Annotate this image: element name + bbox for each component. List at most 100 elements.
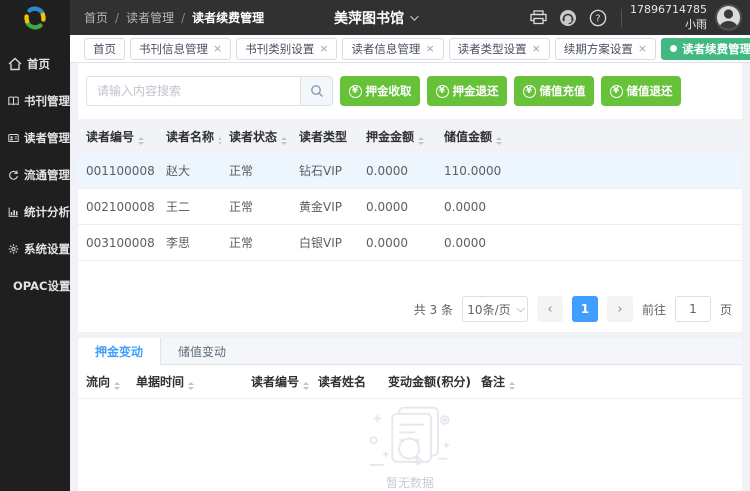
column-header-reader-status[interactable]: 读者状态 bbox=[221, 128, 291, 145]
topbar-divider bbox=[621, 9, 622, 27]
prev-page-button[interactable]: ‹ bbox=[537, 296, 563, 322]
active-dot-icon bbox=[670, 45, 677, 52]
current-page-button[interactable]: 1 bbox=[572, 296, 598, 322]
table-row[interactable]: 002100008 王二 正常 黄金VIP 0.0000 0.0000 bbox=[78, 189, 742, 225]
breadcrumb-home[interactable]: 首页 bbox=[84, 9, 108, 26]
cell-reader-id: 001100008 bbox=[78, 164, 158, 178]
toolbar: ¥押金收取 ¥ 押金退还 ¥储值充值 ¥储值退还 bbox=[78, 63, 742, 119]
sidebar-item-books[interactable]: 书刊管理 bbox=[0, 82, 70, 119]
sort-caret-icon[interactable] bbox=[418, 137, 424, 145]
tab-renewal-plan[interactable]: 续期方案设置 × bbox=[555, 38, 656, 60]
chevron-down-icon bbox=[410, 12, 418, 20]
tab-reader-info[interactable]: 读者信息管理× bbox=[342, 38, 443, 60]
svg-text:?: ? bbox=[595, 13, 600, 24]
breadcrumb-separator: / bbox=[115, 11, 119, 25]
yen-circle-icon: ¥ bbox=[436, 85, 449, 98]
table-row[interactable]: 001100008 赵大 正常 钻石VIP 0.0000 110.0000 bbox=[78, 153, 742, 189]
sidebar-item-label: 书刊管理 bbox=[24, 93, 70, 109]
yen-circle-icon: ¥ bbox=[610, 85, 623, 98]
yen-circle-icon: ¥ bbox=[523, 85, 536, 98]
next-page-button[interactable]: › bbox=[607, 296, 633, 322]
tab-stored-value-changes[interactable]: 储值变动 bbox=[161, 338, 243, 364]
cell-reader-id: 002100008 bbox=[78, 200, 158, 214]
column-header-deposit[interactable]: 押金金额 bbox=[358, 128, 436, 145]
search-input[interactable] bbox=[86, 76, 300, 106]
transactions-panel: 押金变动 储值变动 流向 单据时间 读者编号 读者姓名 变动金额(积分) 备注 bbox=[78, 338, 742, 491]
gear-icon bbox=[8, 242, 19, 256]
sidebar-item-circulation[interactable]: 流通管理 bbox=[0, 156, 70, 193]
transactions-table-header: 流向 单据时间 读者编号 读者姓名 变动金额(积分) 备注 bbox=[78, 365, 742, 399]
cell-reader-status: 正常 bbox=[221, 162, 291, 179]
help-button[interactable]: ? bbox=[583, 0, 613, 35]
sort-caret-icon[interactable] bbox=[496, 137, 502, 145]
empty-text: 暂无数据 bbox=[386, 474, 434, 491]
sidebar-item-label: OPAC设置 bbox=[13, 278, 71, 294]
goto-page-input[interactable] bbox=[675, 296, 711, 322]
sidebar-item-statistics[interactable]: 统计分析 bbox=[0, 193, 70, 230]
tab-label: 读者续费管理 bbox=[682, 41, 750, 57]
tab-home[interactable]: 首页 bbox=[84, 38, 125, 60]
circulation-icon bbox=[8, 168, 19, 182]
cell-reader-name: 李思 bbox=[158, 234, 221, 251]
deposit-collect-button[interactable]: ¥押金收取 bbox=[340, 76, 420, 106]
close-icon[interactable]: × bbox=[638, 43, 647, 54]
breadcrumb-separator: / bbox=[181, 11, 185, 25]
stored-value-refund-button[interactable]: ¥储值退还 bbox=[601, 76, 681, 106]
sort-caret-icon[interactable] bbox=[281, 137, 287, 145]
column-header-stored-value[interactable]: 储值金额 bbox=[436, 128, 742, 145]
tab-deposit-changes[interactable]: 押金变动 bbox=[78, 338, 161, 365]
column-header-remark[interactable]: 备注 bbox=[473, 373, 742, 390]
breadcrumb: 首页 / 读者管理 / 读者续费管理 bbox=[70, 0, 264, 35]
sort-caret-icon[interactable] bbox=[138, 137, 144, 145]
table-row[interactable]: 003100008 李思 正常 白银VIP 0.0000 0.0000 bbox=[78, 225, 742, 261]
tab-book-category[interactable]: 书刊类别设置× bbox=[236, 38, 337, 60]
app-logo[interactable] bbox=[0, 0, 70, 35]
tab-reader-type[interactable]: 读者类型设置 × bbox=[449, 38, 550, 60]
column-header-reader-name[interactable]: 读者名称 bbox=[158, 128, 221, 145]
tab-label: 续期方案设置 bbox=[564, 41, 633, 57]
stored-value-recharge-button[interactable]: ¥储值充值 bbox=[514, 76, 594, 106]
tab-book-info[interactable]: 书刊信息管理× bbox=[130, 38, 231, 60]
search-button[interactable] bbox=[300, 76, 333, 106]
sort-caret-icon[interactable] bbox=[114, 382, 120, 390]
button-label: 押金退还 bbox=[453, 83, 499, 99]
sidebar-item-home[interactable]: 首页 bbox=[0, 45, 70, 82]
reader-icon bbox=[8, 131, 19, 145]
breadcrumb-parent[interactable]: 读者管理 bbox=[126, 9, 174, 26]
help-icon: ? bbox=[589, 9, 607, 27]
column-header-direction[interactable]: 流向 bbox=[78, 373, 128, 390]
cell-stored-value: 0.0000 bbox=[436, 236, 742, 250]
org-selector[interactable]: 美萍图书馆 bbox=[334, 8, 416, 28]
page-unit-label: 页 bbox=[720, 301, 732, 318]
avatar[interactable] bbox=[715, 4, 742, 31]
service-button[interactable] bbox=[553, 0, 583, 35]
sidebar-item-opac[interactable]: OPAC设置 bbox=[0, 267, 70, 304]
sort-caret-icon[interactable] bbox=[509, 382, 515, 390]
page-size-select[interactable]: 10条/页 bbox=[462, 296, 528, 322]
sort-caret-icon[interactable] bbox=[303, 382, 309, 390]
close-icon[interactable]: × bbox=[532, 43, 541, 54]
column-header-amount[interactable]: 变动金额(积分) bbox=[380, 373, 473, 390]
printer-icon bbox=[530, 10, 547, 25]
column-header-reader-name: 读者姓名 bbox=[310, 373, 380, 390]
sidebar-item-readers[interactable]: 读者管理 bbox=[0, 119, 70, 156]
open-tabs-bar: 首页 书刊信息管理× 书刊类别设置× 读者信息管理× 读者类型设置 × 续期方案设… bbox=[70, 35, 750, 63]
cell-stored-value: 0.0000 bbox=[436, 200, 742, 214]
column-header-reader-id[interactable]: 读者编号 bbox=[78, 128, 158, 145]
sidebar-item-settings[interactable]: 系统设置 bbox=[0, 230, 70, 267]
user-name: 小雨 bbox=[630, 18, 707, 32]
app-window: 首页 / 读者管理 / 读者续费管理 美萍图书馆 bbox=[0, 0, 750, 491]
print-button[interactable] bbox=[523, 0, 553, 35]
deposit-refund-button[interactable]: ¥ 押金退还 bbox=[427, 76, 507, 106]
column-header-reader-id[interactable]: 读者编号 bbox=[243, 373, 310, 390]
tab-reader-renewal-active[interactable]: 读者续费管理× bbox=[661, 38, 750, 60]
tab-label: 读者类型设置 bbox=[458, 41, 527, 57]
sort-caret-icon[interactable] bbox=[188, 382, 194, 390]
close-icon[interactable]: × bbox=[319, 43, 328, 54]
transactions-tabs: 押金变动 储值变动 bbox=[78, 338, 742, 365]
cell-deposit: 0.0000 bbox=[358, 200, 436, 214]
column-header-doc-time[interactable]: 单据时间 bbox=[128, 373, 243, 390]
close-icon[interactable]: × bbox=[425, 43, 434, 54]
close-icon[interactable]: × bbox=[213, 43, 222, 54]
empty-documents-icon bbox=[351, 403, 469, 468]
